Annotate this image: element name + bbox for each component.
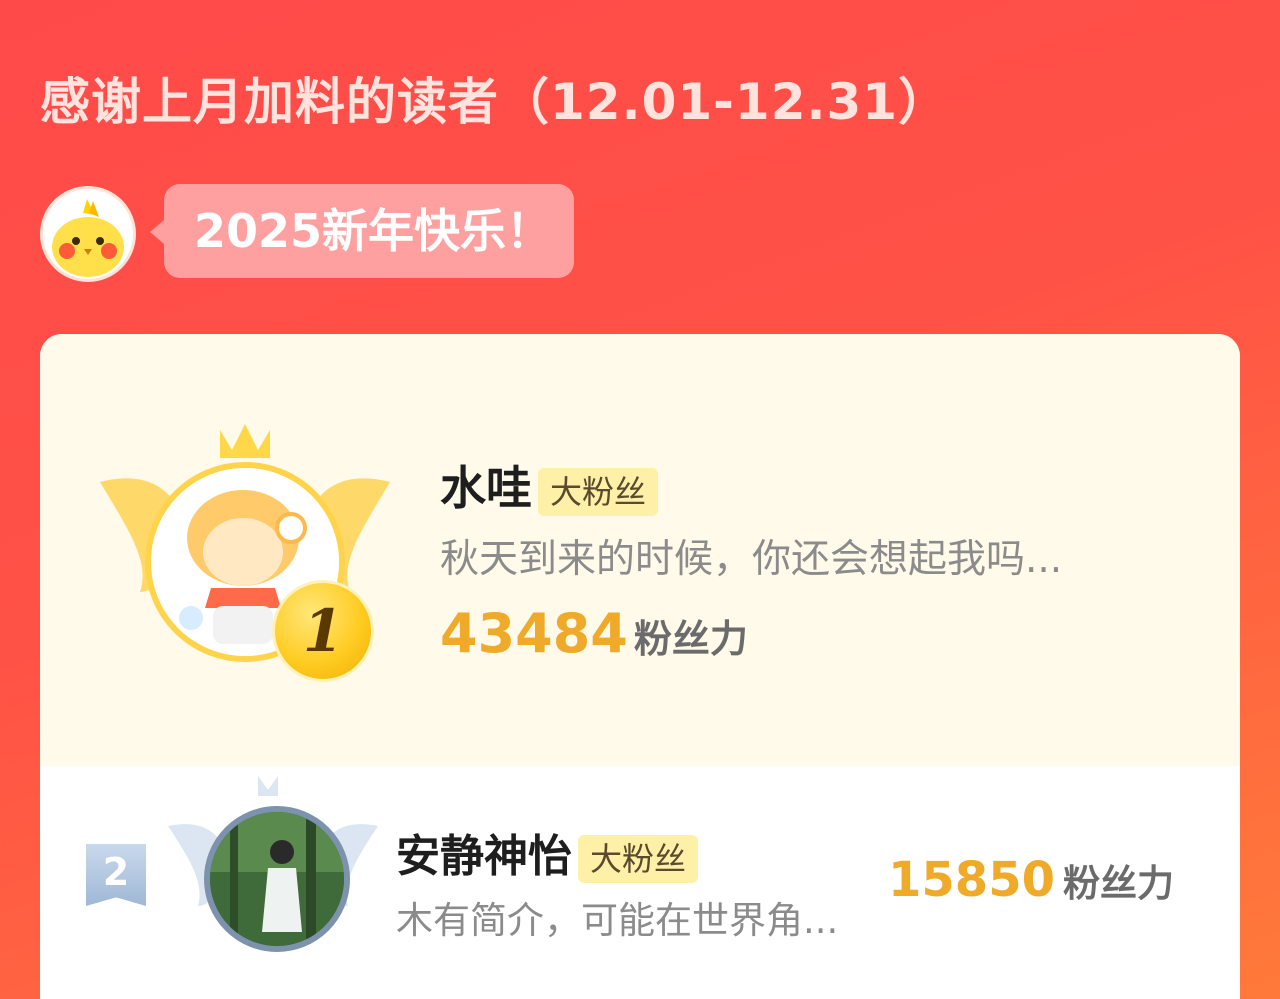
greeting-bubble: 2025新年快乐！ <box>150 184 574 278</box>
fan-power-unit: 粉丝力 <box>633 617 748 661</box>
chick-mascot-icon <box>40 186 136 282</box>
reader-name-text[interactable]: 水哇 <box>440 461 532 515</box>
reader-name: 安静神怡 大粉丝 <box>396 820 699 884</box>
rank-2-ribbon: 2 <box>86 844 146 906</box>
reader-bio: 秋天到来的时候，你还会想起我吗... <box>440 537 1063 582</box>
fan-power-unit: 粉丝力 <box>1063 862 1174 905</box>
rank-1-medal: 1 <box>272 580 374 682</box>
crown-icon <box>220 424 270 458</box>
fan-power-value: 15850 <box>888 852 1055 908</box>
fan-power: 15850 粉丝力 <box>888 852 1174 908</box>
reader-bio: 木有简介，可能在世界角... <box>396 899 839 942</box>
reader-name-text[interactable]: 安静神怡 <box>396 831 572 882</box>
ranking-row-1[interactable]: 1 水哇 大粉丝 秋天到来的时候，你还会想起我吗... 43484 粉丝力 <box>40 334 1240 766</box>
reader-name: 水哇 大粉丝 <box>440 452 659 518</box>
fan-level-badge: 大粉丝 <box>538 467 659 516</box>
fan-power-value: 43484 <box>440 602 628 665</box>
page-title: 感谢上月加料的读者（12.01-12.31） <box>40 73 950 131</box>
ranking-row-2[interactable]: 2 安静神怡 大粉丝 木有简介，可能在世界角... 15850 粉丝力 <box>40 766 1240 999</box>
fan-level-badge: 大粉丝 <box>578 835 699 883</box>
rank2-badge <box>168 776 378 976</box>
rank1-badge: 1 <box>100 412 390 682</box>
fan-power: 43484 粉丝力 <box>440 602 748 665</box>
crown-icon <box>258 776 278 796</box>
avatar[interactable] <box>204 806 350 952</box>
ranking-card: 1 水哇大粉丝 秋天到来的时候，你还会想起我吗... 43484粉丝力 2 <box>40 334 1240 999</box>
